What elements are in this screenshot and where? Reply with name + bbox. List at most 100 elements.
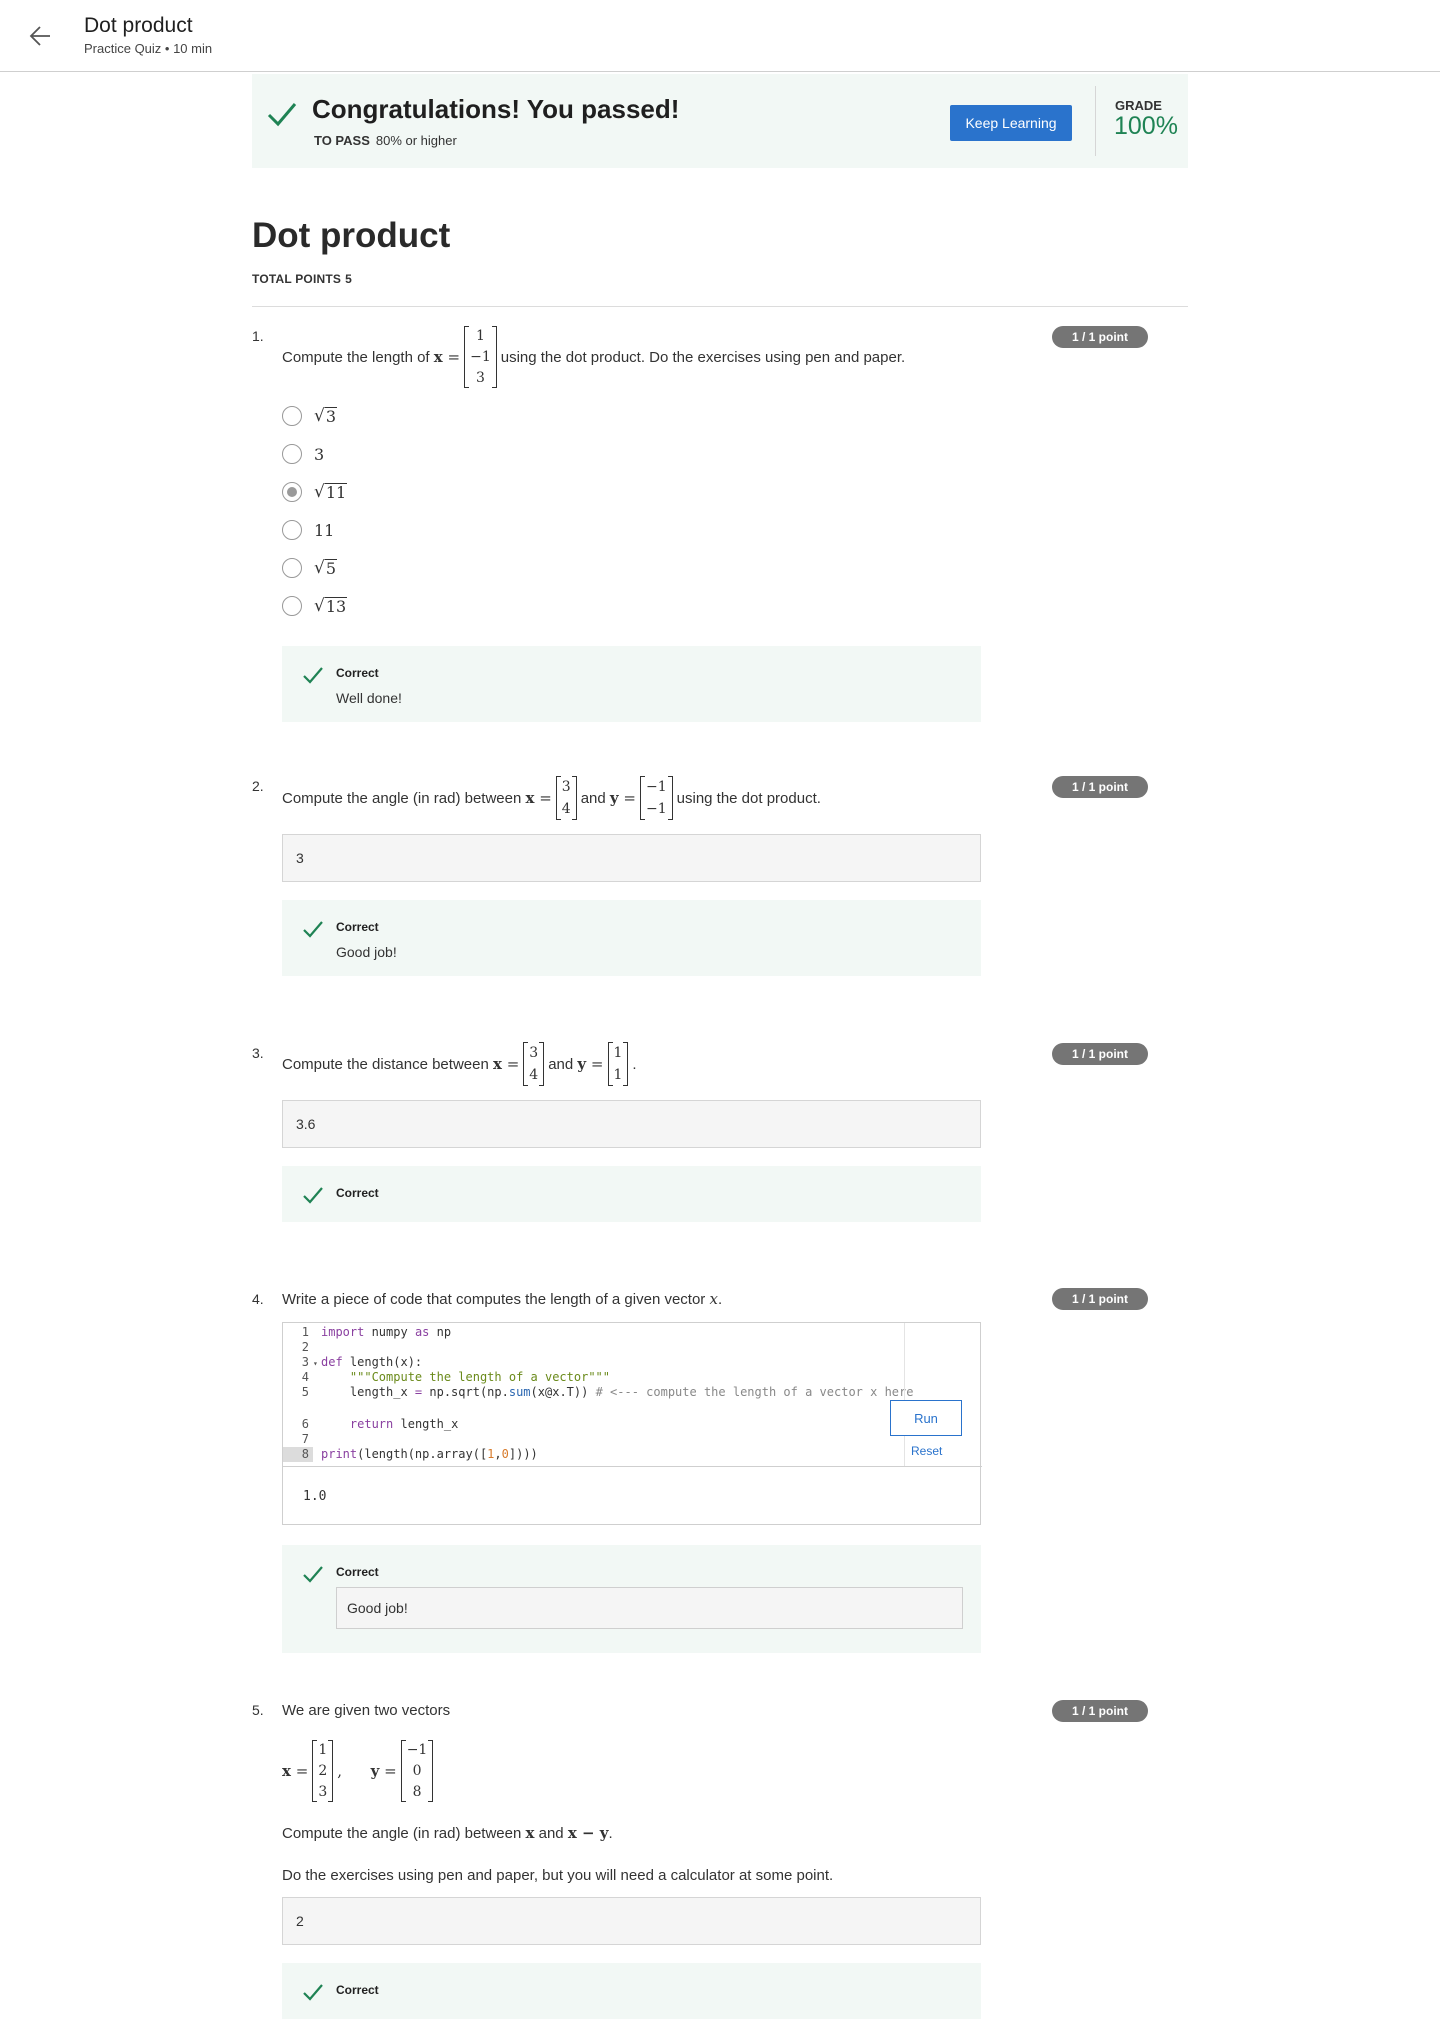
option-5[interactable]: √ 5 [282, 556, 338, 580]
question-text: Compute the distance between x = 34 and … [282, 1040, 637, 1088]
feedback-title: Correct [336, 1983, 379, 1997]
code-line[interactable]: 2 [283, 1340, 903, 1355]
line-number: 6 [301, 1417, 309, 1431]
feedback-box: Correct Good job! [282, 900, 981, 976]
feedback-title: Correct [336, 666, 379, 680]
radio-button-selected[interactable] [282, 482, 302, 502]
points-badge: 1 / 1 point [1052, 1700, 1148, 1722]
divider [283, 1466, 982, 1467]
vector-y: 11 [607, 1042, 629, 1086]
run-button[interactable]: Run [890, 1400, 962, 1436]
code-token: as [414, 1325, 430, 1339]
code-line[interactable]: 8 print(length(np.array([1,0]))) [283, 1447, 903, 1462]
code-token: (x@x.T)) [530, 1385, 596, 1399]
points-badge: 1 / 1 point [1052, 326, 1148, 348]
question-number: 1. [252, 328, 264, 344]
code-token: sum [508, 1385, 531, 1399]
code-token: np [429, 1325, 452, 1339]
code-editor[interactable]: 1 import numpy as np 2 3 ▾ def length(x): 4 ""… [282, 1322, 982, 1525]
question-number: 3. [252, 1045, 264, 1061]
feedback-box: Correct Good job! [282, 1545, 981, 1653]
feedback-title: Correct [336, 1565, 379, 1579]
points-badge: 1 / 1 point [1052, 1288, 1148, 1310]
vector-y: −1 −1 [640, 776, 673, 820]
vector-x: 1 −1 3 [464, 326, 497, 388]
code-line[interactable]: 5 length_x = np.sqrt(np.sum(x@x.T)) # <-… [283, 1385, 914, 1400]
answer-input[interactable]: 2 [282, 1897, 981, 1945]
feedback-box: Correct Well done! [282, 646, 981, 722]
fold-arrow-icon[interactable]: ▾ [313, 1356, 321, 1371]
feedback-message: Well done! [336, 690, 402, 706]
check-icon [303, 921, 323, 938]
vector-x: 123 [312, 1740, 334, 1802]
vector-x: 34 [523, 1042, 545, 1086]
feedback-message: Good job! [336, 1587, 963, 1629]
radio-button[interactable] [282, 444, 302, 464]
check-icon [303, 1566, 323, 1583]
question-number: 4. [252, 1291, 264, 1307]
code-area[interactable]: 1 import numpy as np 2 3 ▾ def length(x): 4 ""… [283, 1323, 914, 1466]
code-line[interactable]: 6 return length_x [283, 1417, 903, 1432]
option-6[interactable]: √ 13 [282, 594, 348, 618]
grade-label: GRADE [1115, 98, 1162, 113]
code-token: # <--- compute the length of a vector x … [595, 1385, 914, 1399]
option-1[interactable]: √ 3 [282, 404, 338, 428]
code-token: (length(np.array([ [357, 1447, 488, 1461]
option-3[interactable]: √ 11 [282, 480, 348, 504]
line-number: 4 [301, 1370, 309, 1384]
question-text: Compute the angle (in rad) between x = 3… [282, 774, 821, 822]
question-line: Do the exercises using pen and paper, bu… [282, 1866, 834, 1884]
vector-x: 34 [555, 776, 577, 820]
answer-input[interactable]: 3.6 [282, 1100, 981, 1148]
reset-link[interactable]: Reset [911, 1444, 942, 1458]
divider [252, 306, 1188, 307]
keep-learning-button[interactable]: Keep Learning [950, 105, 1072, 141]
feedback-box: Correct [282, 1166, 981, 1222]
code-token: ]))) [508, 1447, 538, 1461]
radio-button[interactable] [282, 596, 302, 616]
banner-title: Congratulations! You passed! [312, 94, 680, 124]
option-4[interactable]: 11 [282, 518, 334, 542]
code-token: import [321, 1325, 365, 1339]
line-number: 2 [301, 1340, 309, 1354]
check-icon [267, 103, 297, 127]
code-token: print [321, 1447, 358, 1461]
pass-banner: Congratulations! You passed! TO PASS 80% … [252, 74, 1188, 168]
line-number: 8 [283, 1447, 313, 1462]
feedback-title: Correct [336, 1186, 379, 1200]
divider [1095, 86, 1096, 156]
code-line[interactable]: 3 ▾ def length(x): [283, 1355, 903, 1370]
grade-value: 100% [1114, 112, 1178, 140]
divider [904, 1323, 905, 1466]
total-points: TOTAL POINTS 5 [252, 272, 352, 286]
vector-definitions: x = 123 , y = −1 0 8 [282, 1738, 437, 1804]
question-line: Compute the angle (in rad) between x and… [282, 1824, 613, 1842]
back-arrow-icon[interactable] [24, 18, 60, 54]
code-line[interactable]: 4 """Compute the length of a vector""" [283, 1370, 903, 1385]
line-number: 5 [301, 1385, 309, 1399]
answer-input[interactable]: 3 [282, 834, 981, 882]
code-line[interactable]: 7 [283, 1432, 903, 1447]
feedback-message: Good job! [336, 944, 397, 960]
line-number: 7 [301, 1432, 309, 1446]
feedback-title: Correct [336, 920, 379, 934]
radio-button[interactable] [282, 406, 302, 426]
feedback-box: Correct [282, 1963, 981, 2019]
code-token: , [494, 1447, 502, 1461]
header-subtitle: Practice Quiz • 10 min [84, 41, 213, 56]
question-text: We are given two vectors [282, 1701, 451, 1719]
radio-button[interactable] [282, 558, 302, 578]
code-line[interactable]: 1 import numpy as np [283, 1325, 903, 1340]
quiz-title: Dot product [252, 216, 451, 255]
check-icon [303, 667, 323, 684]
code-output: 1.0 [303, 1489, 327, 1504]
question-number: 2. [252, 778, 264, 794]
code-token: np.sqrt(np. [422, 1385, 509, 1399]
points-badge: 1 / 1 point [1052, 776, 1148, 798]
to-pass: TO PASS 80% or higher [314, 133, 457, 148]
code-token: numpy [364, 1325, 415, 1339]
radio-button[interactable] [282, 520, 302, 540]
option-2[interactable]: 3 [282, 442, 324, 466]
